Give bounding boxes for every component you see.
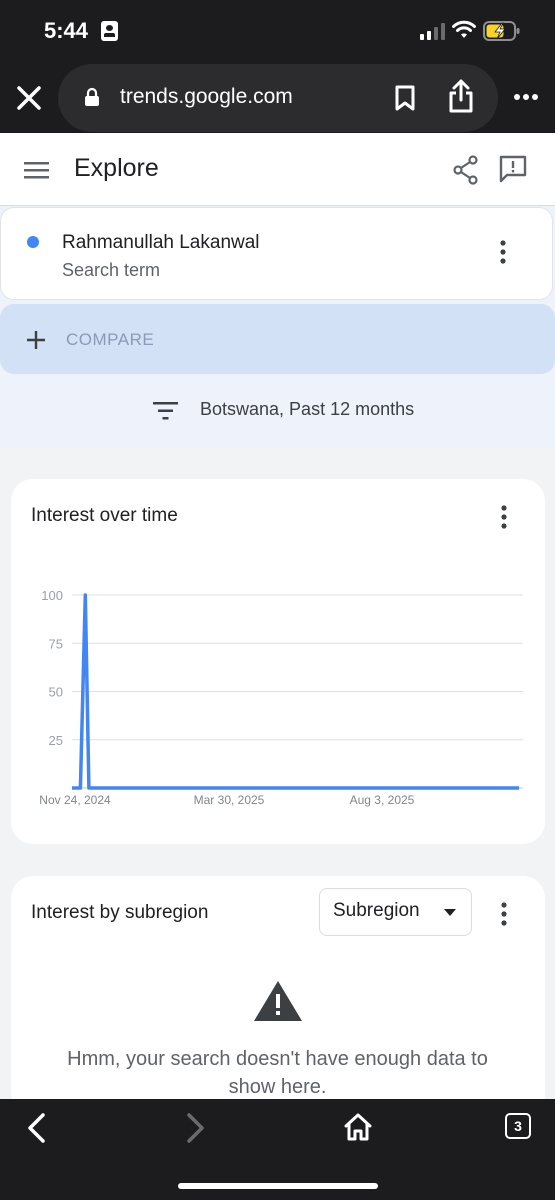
more-vertical-icon[interactable] (500, 505, 508, 529)
bookmark-icon[interactable] (393, 84, 417, 112)
y-tick-label: 75 (49, 636, 63, 651)
interest-line-chart: 100 75 50 25 Nov 24, 2024 Mar 30, 2025 Aug 3, … (39, 588, 523, 807)
back-arrow-icon[interactable] (25, 1112, 47, 1144)
menu-icon[interactable] (24, 161, 50, 179)
subregion-select-value[interactable]: Subregion (333, 900, 420, 922)
feedback-icon[interactable] (498, 154, 528, 184)
y-tick-label: 100 (41, 588, 63, 603)
plus-icon[interactable] (26, 330, 46, 350)
empty-data-message: Hmm, your search doesn't have enough dat… (67, 1048, 488, 1098)
forward-arrow-icon[interactable] (185, 1112, 207, 1144)
more-vertical-icon[interactable] (499, 240, 507, 264)
y-tick-label: 50 (49, 685, 63, 700)
dropdown-arrow-icon[interactable] (444, 909, 456, 916)
home-icon[interactable] (343, 1112, 373, 1142)
interest-by-subregion-title: Interest by subregion (31, 902, 209, 923)
battery-charging-icon (483, 21, 520, 41)
compare-label[interactable]: COMPARE (66, 330, 154, 350)
warning-icon (254, 981, 302, 1021)
more-horizontal-icon[interactable] (513, 93, 539, 101)
share-nodes-icon[interactable] (452, 155, 480, 185)
share-icon[interactable] (447, 78, 475, 114)
id-card-icon (101, 21, 118, 41)
status-time: 5:44 (44, 18, 89, 43)
url-text[interactable]: trends.google.com (120, 85, 293, 109)
interest-over-time-title: Interest over time (31, 505, 178, 526)
x-tick-label: Mar 30, 2025 (194, 793, 265, 807)
tab-count-button[interactable]: 3 (505, 1113, 531, 1139)
x-tick-label: Aug 3, 2025 (350, 793, 415, 807)
filter-summary[interactable]: Botswana, Past 12 months (200, 399, 414, 420)
home-indicator (178, 1183, 378, 1189)
y-tick-label: 25 (49, 733, 63, 748)
filter-icon[interactable] (153, 401, 179, 421)
close-icon[interactable] (15, 84, 43, 112)
search-term-name[interactable]: Rahmanullah Lakanwal (62, 232, 260, 254)
page-title: Explore (74, 154, 159, 182)
wifi-icon (452, 20, 476, 38)
more-vertical-icon[interactable] (500, 902, 508, 926)
cellular-signal-icon (420, 23, 445, 40)
x-tick-label: Nov 24, 2024 (39, 793, 111, 807)
search-term-type: Search term (62, 260, 161, 280)
term-color-dot (27, 236, 39, 248)
lock-icon (85, 87, 99, 106)
